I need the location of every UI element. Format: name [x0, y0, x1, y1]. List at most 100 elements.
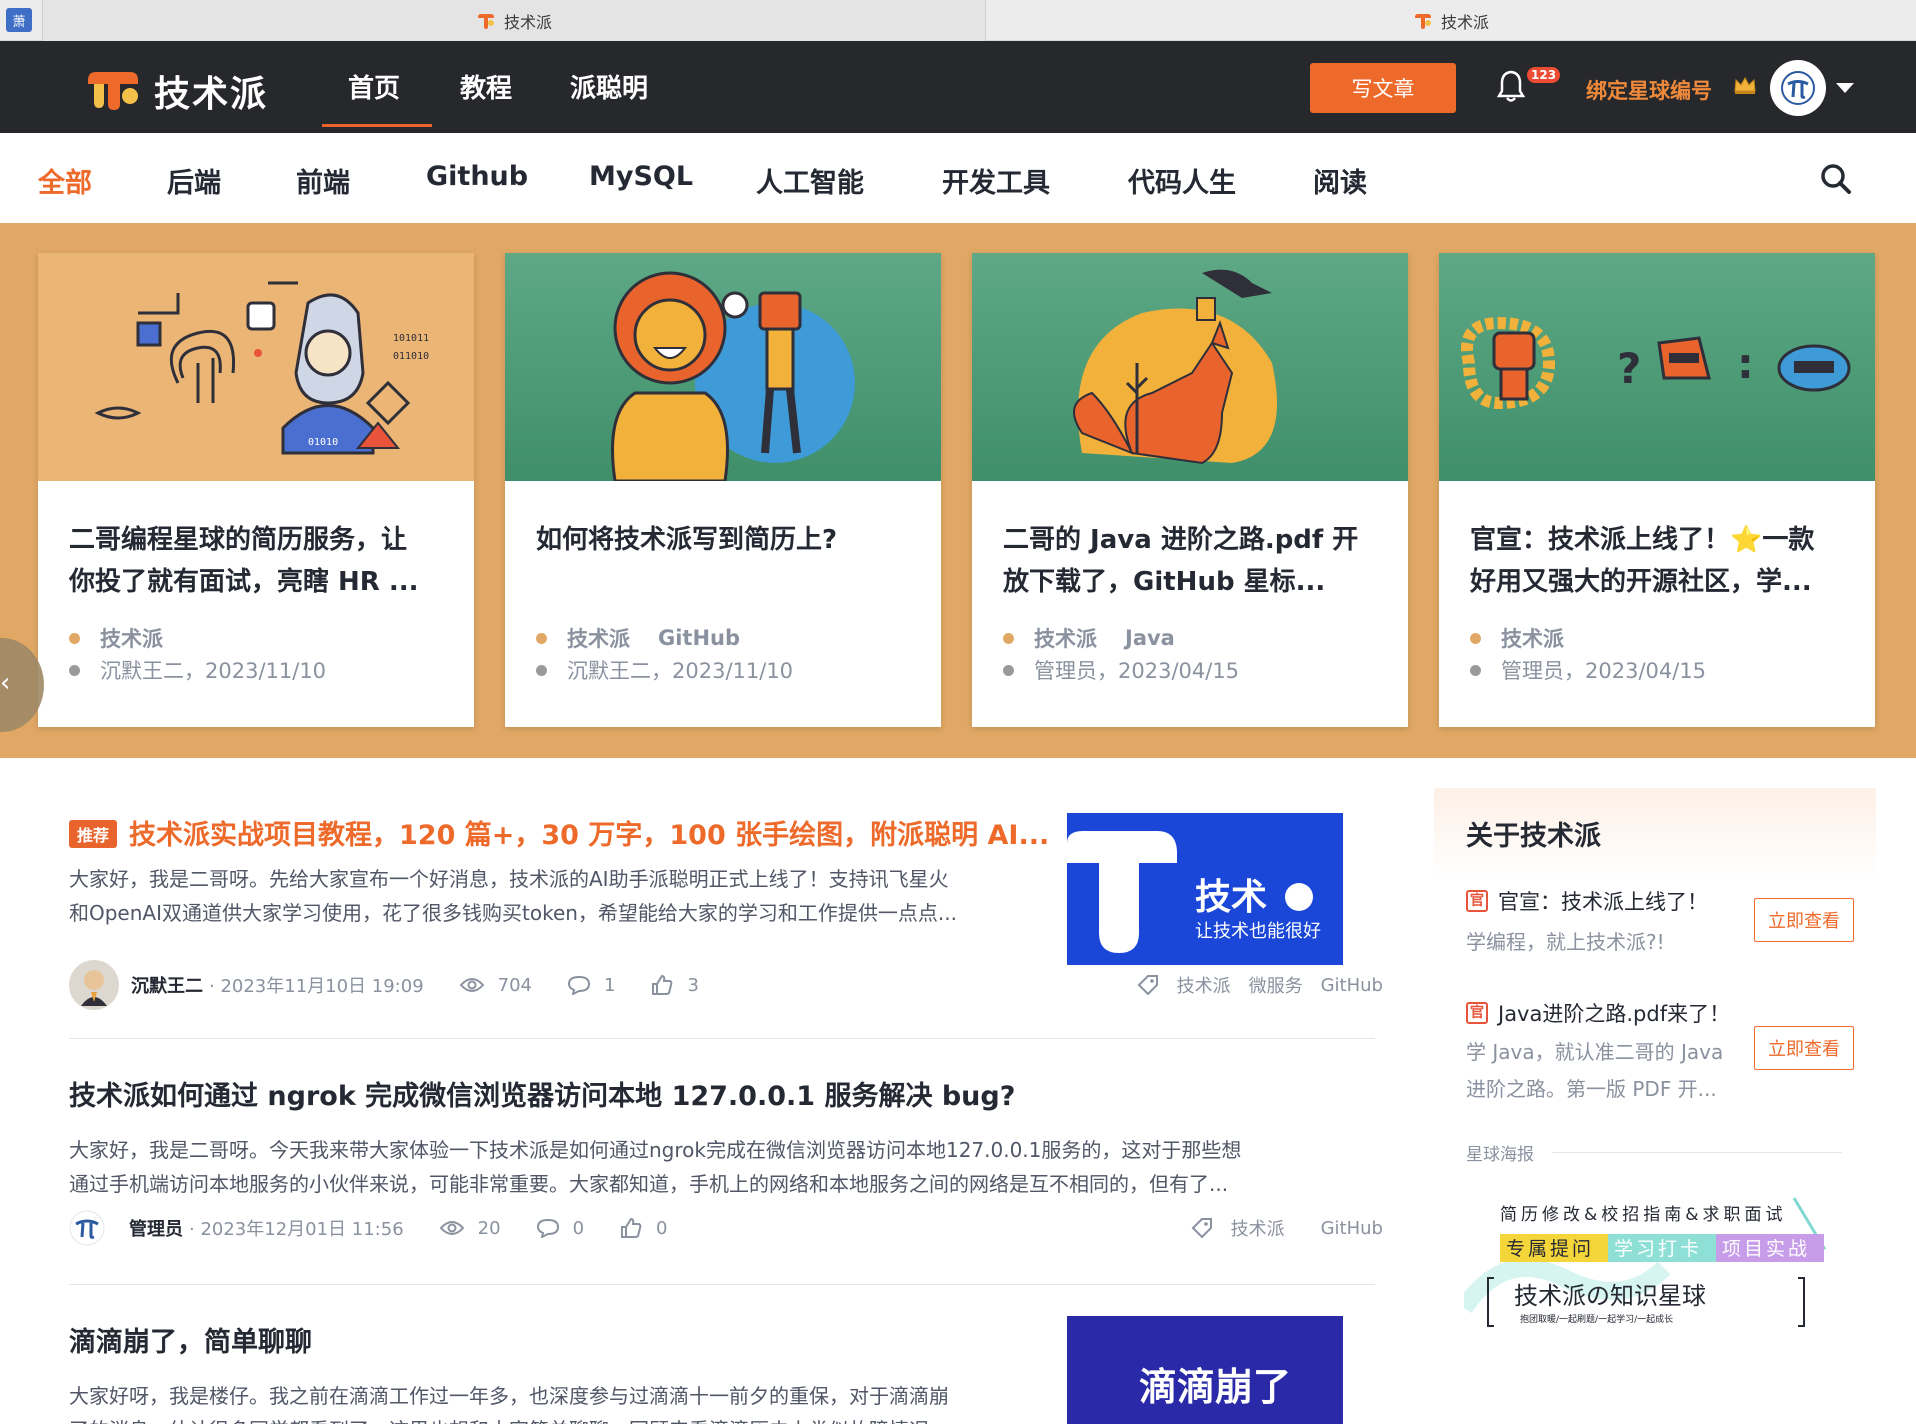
featured-card[interactable]: 如何将技术派写到简历上? 技术派 GitHub 沉默王二，2023/11/10 [505, 253, 941, 727]
category-mysql[interactable]: MySQL [589, 161, 693, 192]
bell-icon[interactable] [1496, 69, 1526, 103]
techpai-favicon-icon [477, 13, 494, 29]
tag-dot-icon [536, 632, 547, 644]
author-avatar[interactable] [69, 960, 119, 1010]
article-summary: 大家好呀，我是楼仔。我之前在滴滴工作过一年多，也深度参与过滴滴十一前夕的重保，对… [69, 1379, 1069, 1424]
comment-count[interactable]: 1 [568, 975, 615, 996]
article-list: 推荐 技术派实战项目教程，120 篇+，30 万字，100 张手绘图，附派聪明 A… [38, 788, 1383, 1424]
author-avatar[interactable] [69, 1210, 105, 1246]
eye-icon [439, 1221, 464, 1235]
card-tag[interactable]: 技术派 [1034, 623, 1097, 653]
view-now-button[interactable]: 立即查看 [1754, 898, 1854, 942]
card-illustration-security: 01010 101011 011010 [38, 253, 474, 481]
sidebar-item-desc: 学 Java，就认准二哥的 Java 进阶之路。第一版 PDF 开... [1466, 1034, 1756, 1108]
publish-date: · 2023年11月10日 19:09 [209, 976, 424, 997]
category-ai[interactable]: 人工智能 [756, 161, 864, 200]
card-title-line: 二哥的 Java 进阶之路.pdf 开 [1003, 525, 1359, 555]
category-bar: 全部 后端 前端 Github MySQL 人工智能 开发工具 代码人生 阅读 [0, 133, 1916, 223]
bind-planet-link[interactable]: 绑定星球编号 [1586, 75, 1712, 105]
card-author-date-text: 沉默王二，2023/11/10 [567, 659, 794, 683]
card-tag[interactable]: 技术派 [567, 623, 630, 653]
tag-icon [1191, 1218, 1212, 1239]
featured-card[interactable]: 二哥的 Java 进阶之路.pdf 开 放下载了，GitHub 星标... 技术… [972, 253, 1408, 727]
browser-tab[interactable]: 技术派 [42, 0, 986, 41]
sidebar-item-title[interactable]: 官 官宣：技术派上线了！ [1466, 886, 1708, 916]
card-author-date-text: 管理员，2023/04/15 [1034, 659, 1240, 683]
card-tags: 技术派 [69, 623, 191, 653]
write-article-button[interactable]: 写文章 [1310, 63, 1456, 113]
logo-text: 技术派 [154, 74, 269, 115]
article-thumbnail[interactable]: 滴滴崩了 [1067, 1316, 1343, 1424]
poster-line1: 简历修改&校招指南&求职面试 [1500, 1205, 1787, 1225]
article-title[interactable]: 技术派如何通过 ngrok 完成微信浏览器访问本地 127.0.0.1 服务解决… [69, 1074, 1375, 1113]
category-backend[interactable]: 后端 [167, 161, 221, 200]
card-tag[interactable]: Java [1125, 626, 1175, 650]
browser-tab-title: 技术派 [503, 12, 552, 32]
featured-card[interactable]: 01010 101011 011010 二哥编程星球的简历服务，让 你投了就有面… [38, 253, 474, 727]
category-reading[interactable]: 阅读 [1313, 161, 1367, 200]
article-tag[interactable]: 技术派 [1177, 972, 1231, 998]
official-badge-icon: 官 [1466, 1002, 1488, 1024]
browser-tab[interactable]: 技术派 [986, 0, 1916, 41]
article-tags: 技术派 GitHub [1191, 1215, 1383, 1241]
desc-line: 进阶之路。第一版 PDF 开... [1466, 1077, 1717, 1101]
card-title: 二哥编程星球的简历服务，让 你投了就有面试，亮瞎 HR ... [69, 519, 449, 603]
category-devtools[interactable]: 开发工具 [942, 161, 1050, 200]
author-dot-icon [536, 664, 547, 676]
card-title-line: 二哥编程星球的简历服务，让 [69, 525, 408, 555]
card-author-date-text: 管理员，2023/04/15 [1501, 659, 1707, 683]
article-title[interactable]: 推荐 技术派实战项目教程，120 篇+，30 万字，100 张手绘图，附派聪明 A… [69, 813, 1069, 852]
article-divider [69, 1284, 1375, 1285]
like-count[interactable]: 3 [651, 974, 699, 996]
view-now-button[interactable]: 立即查看 [1754, 1026, 1854, 1070]
article-tag[interactable]: GitHub [1321, 1218, 1383, 1239]
category-code-life[interactable]: 代码人生 [1128, 161, 1236, 200]
crown-icon [1734, 76, 1756, 94]
poster-chip: 专属提问 [1506, 1238, 1594, 1260]
techpai-favicon-icon [1414, 13, 1431, 29]
search-icon[interactable] [1820, 163, 1852, 195]
author-name[interactable]: 沉默王二 [131, 972, 203, 998]
category-all[interactable]: 全部 [38, 161, 92, 200]
card-tag[interactable]: 技术派 [1501, 623, 1564, 653]
card-title-line: 官宣：技术派上线了！⭐一款 [1470, 525, 1815, 555]
official-badge-icon: 官 [1466, 890, 1488, 912]
poster-chip: 项目实战 [1722, 1238, 1810, 1260]
article-thumbnail[interactable]: 技术 让技术也能很好 [1067, 813, 1343, 965]
site-logo[interactable]: 技术派 [86, 65, 268, 117]
view-count-text: 20 [477, 1217, 501, 1239]
article-tag[interactable]: 微服务 [1249, 972, 1303, 998]
nav-home[interactable]: 首页 [348, 68, 400, 105]
featured-card[interactable]: ? : 官宣：技术派上线了！⭐一款 好用又强大的开源社区，学... 技术派 管理… [1439, 253, 1875, 727]
user-avatar[interactable] [1770, 60, 1826, 116]
card-tag[interactable]: GitHub [658, 626, 740, 650]
chevron-left-icon: ‹ [0, 668, 11, 698]
article-tag[interactable]: 技术派 [1231, 1215, 1285, 1241]
card-author-date: 沉默王二，2023/11/10 [69, 655, 326, 685]
card-author-date: 沉默王二，2023/11/10 [536, 655, 793, 685]
article-item[interactable]: 技术派如何通过 ngrok 完成微信浏览器访问本地 127.0.0.1 服务解决… [69, 1074, 1375, 1201]
author-dot-icon [69, 664, 80, 676]
category-github[interactable]: Github [426, 161, 528, 192]
nav-paicongming[interactable]: 派聪明 [570, 68, 648, 105]
card-tag[interactable]: 技术派 [100, 623, 163, 653]
like-count[interactable]: 0 [620, 1217, 667, 1239]
comment-count[interactable]: 0 [536, 1218, 584, 1239]
article-tag[interactable]: GitHub [1321, 975, 1383, 996]
thumb-text: 让技术也能很好 [1195, 921, 1321, 942]
card-author-date: 管理员，2023/04/15 [1470, 655, 1706, 685]
svg-text:01010: 01010 [308, 437, 338, 448]
author-name[interactable]: 管理员 [129, 1215, 183, 1241]
svg-text::: : [1737, 339, 1754, 388]
svg-text:011010: 011010 [393, 351, 429, 362]
article-divider [69, 1038, 1375, 1039]
desc-line: 学 Java，就认准二哥的 Java [1466, 1040, 1724, 1064]
nav-tutorial[interactable]: 教程 [460, 68, 512, 105]
pinned-tab[interactable]: 萧 [6, 8, 32, 32]
planet-poster[interactable]: 简历修改&校招指南&求职面试 专属提问 学习打卡 项目实战 技术派の知识星球 抱… [1456, 1188, 1844, 1358]
like-count-text: 3 [687, 974, 699, 996]
sidebar-item-title[interactable]: 官 Java进阶之路.pdf来了！ [1466, 998, 1730, 1028]
user-menu-caret-icon[interactable] [1836, 83, 1854, 93]
thumb-text: 技术 [1195, 877, 1267, 918]
category-frontend[interactable]: 前端 [296, 161, 350, 200]
